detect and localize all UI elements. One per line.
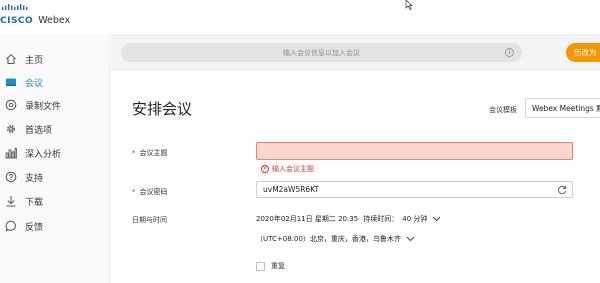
main-content: 输入会议信息以加入会议 i 历改为 安排会议 会议模板 Webex Meetin…	[111, 34, 600, 283]
search-placeholder: 输入会议信息以加入会议	[283, 48, 360, 57]
error-icon: ×	[261, 165, 269, 173]
datetime-label-text: 日期与时间	[132, 216, 167, 224]
topic-error-text: 输入会议主题	[272, 165, 314, 173]
chevron-down-icon[interactable]	[406, 236, 415, 242]
required-marker: *	[132, 188, 136, 196]
sidebar-item-label: 反馈	[25, 222, 44, 233]
refresh-icon[interactable]	[557, 185, 567, 195]
sidebar-item-download[interactable]: 下载	[0, 190, 110, 212]
template-label: 会议模板	[489, 106, 517, 114]
sidebar-item-home[interactable]: 主页	[0, 48, 110, 70]
change-button-label: 历改为	[574, 48, 597, 57]
sidebar-item-feedback[interactable]: 反馈	[0, 215, 110, 237]
change-button[interactable]: 历改为	[566, 43, 600, 62]
home-icon	[4, 52, 18, 66]
webex-wordmark: Webex	[38, 15, 71, 26]
sidebar-item-label: 深入分析	[25, 149, 62, 160]
sidebar-item-support[interactable]: 支持	[0, 166, 110, 188]
timezone-value: （UTC+08:00）北京，重庆，香港，乌鲁木齐	[256, 235, 401, 243]
password-input[interactable]: uvM2aW5R6KT	[256, 181, 573, 198]
cisco-wordmark: CISCO	[0, 16, 34, 26]
topic-input[interactable]	[256, 142, 573, 160]
topic-field-label: * 会议主题	[132, 148, 168, 158]
sidebar-item-meetings[interactable]: 会议	[0, 71, 110, 93]
mouse-cursor-icon	[405, 0, 413, 10]
meetings-icon	[4, 75, 18, 89]
page-title: 安排会议	[132, 100, 193, 118]
duration-value: 40 分钟	[402, 215, 428, 223]
password-value: uvM2aW5R6KT	[263, 185, 320, 194]
repeat-checkbox[interactable]	[256, 261, 265, 271]
join-meeting-search-input[interactable]: 输入会议信息以加入会议 i	[121, 43, 522, 62]
sidebar-item-label: 下载	[25, 197, 44, 208]
sidebar: 主页 会议 录制文件 首选项 深入分析 支持 下载 反馈	[0, 34, 110, 283]
analytics-icon	[4, 146, 18, 160]
help-icon	[4, 170, 18, 184]
timezone-row[interactable]: （UTC+08:00）北京，重庆，香港，乌鲁木齐	[256, 234, 415, 244]
password-label-text: 会议密码	[139, 188, 168, 196]
sidebar-item-analytics[interactable]: 深入分析	[0, 142, 110, 164]
feedback-icon	[4, 219, 18, 233]
datetime-field-label: 日期与时间	[132, 215, 167, 225]
sidebar-item-label: 主页	[25, 55, 44, 66]
download-icon	[4, 194, 18, 208]
datetime-value: 2020年02月11日 星期二 20:35	[256, 215, 359, 223]
top-bar: CISCO Webex	[0, 0, 600, 34]
webex-logo: CISCO Webex	[0, 4, 70, 26]
info-icon[interactable]: i	[505, 48, 514, 57]
gear-icon	[4, 122, 18, 136]
repeat-option[interactable]: 重复	[256, 261, 285, 271]
sidebar-item-preferences[interactable]: 首选项	[0, 118, 110, 140]
sidebar-item-label: 录制文件	[25, 101, 62, 112]
sidebar-item-label: 会议	[25, 78, 44, 89]
sidebar-item-recordings[interactable]: 录制文件	[0, 94, 110, 116]
repeat-label: 重复	[271, 262, 285, 270]
required-marker: *	[132, 149, 136, 157]
topic-error-message: × 输入会议主题	[261, 164, 314, 174]
template-select-value: Webex Meetings 默	[532, 103, 600, 113]
sidebar-item-label: 首选项	[25, 125, 53, 136]
duration-label: 持续时间：	[363, 215, 399, 223]
chevron-down-icon[interactable]	[432, 216, 441, 222]
cisco-bars-icon	[2, 4, 28, 10]
search-strip: 输入会议信息以加入会议 i 历改为	[111, 34, 600, 70]
topic-label-text: 会议主题	[139, 149, 168, 157]
datetime-row[interactable]: 2020年02月11日 星期二 20:35 持续时间： 40 分钟	[256, 214, 441, 224]
sidebar-item-label: 支持	[25, 173, 44, 184]
password-field-label: * 会议密码	[132, 187, 168, 197]
recordings-icon	[4, 98, 18, 112]
template-select[interactable]: Webex Meetings 默	[525, 98, 600, 118]
